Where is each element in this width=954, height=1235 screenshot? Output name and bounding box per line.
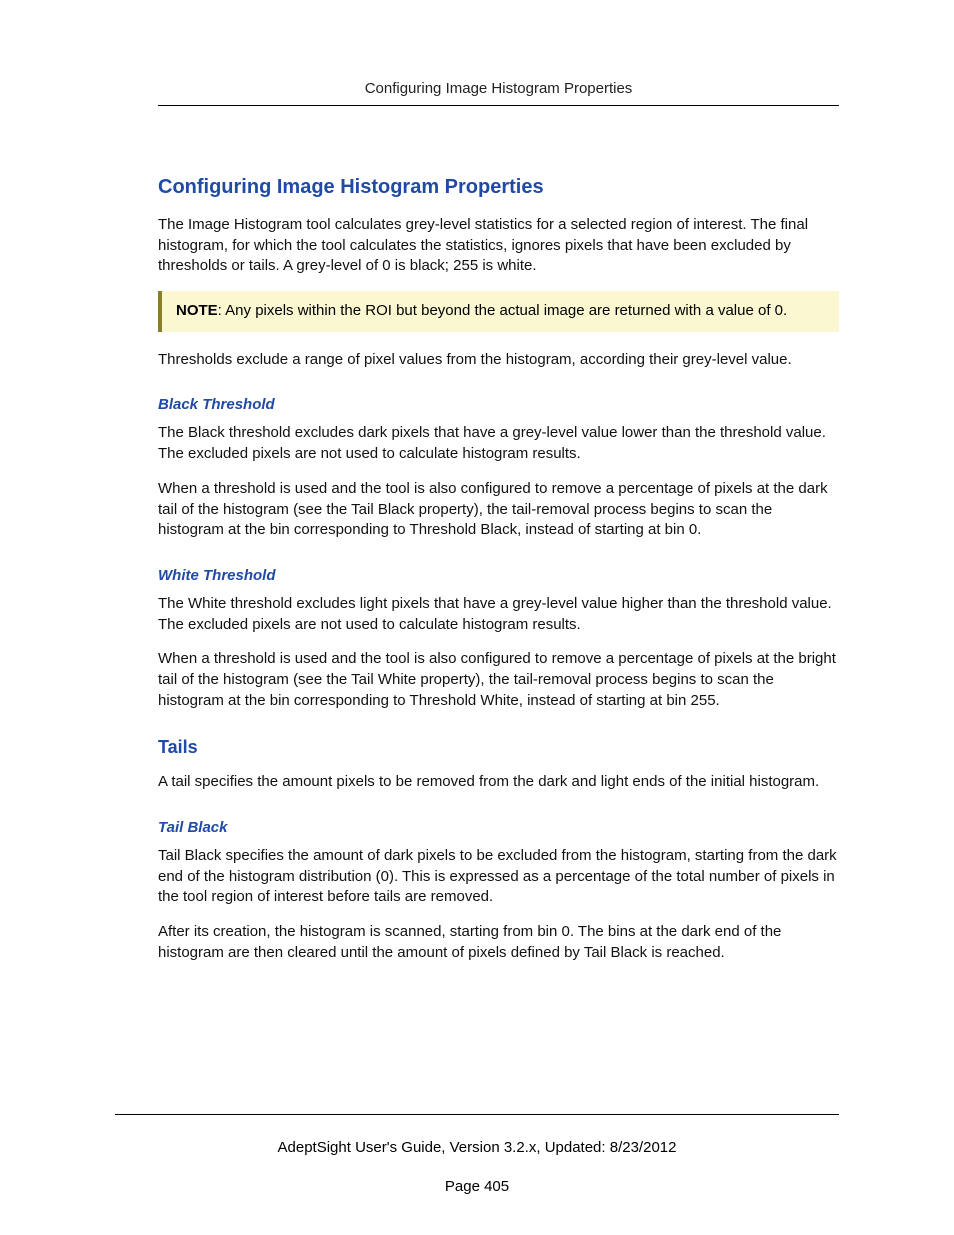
black-threshold-p1: The Black threshold excludes dark pixels… <box>158 423 839 464</box>
heading-tails: Tails <box>158 737 839 758</box>
running-header: Configuring Image Histogram Properties <box>158 80 839 97</box>
heading-main: Configuring Image Histogram Properties <box>158 176 839 199</box>
footer: AdeptSight User's Guide, Version 3.2.x, … <box>115 1114 839 1195</box>
tail-black-p1: Tail Black specifies the amount of dark … <box>158 846 839 908</box>
heading-black-threshold: Black Threshold <box>158 396 839 413</box>
footer-rule <box>115 1114 839 1115</box>
note-box: NOTE: Any pixels within the ROI but beyo… <box>158 291 839 332</box>
footer-guide-info: AdeptSight User's Guide, Version 3.2.x, … <box>115 1139 839 1156</box>
document-page: Configuring Image Histogram Properties C… <box>0 0 954 1235</box>
heading-white-threshold: White Threshold <box>158 567 839 584</box>
note-label: NOTE <box>176 302 218 319</box>
header-rule <box>158 105 839 106</box>
white-threshold-p2: When a threshold is used and the tool is… <box>158 649 839 711</box>
heading-tail-black: Tail Black <box>158 819 839 836</box>
intro-paragraph: The Image Histogram tool calculates grey… <box>158 215 839 277</box>
tail-black-p2: After its creation, the histogram is sca… <box>158 922 839 963</box>
note-text: : Any pixels within the ROI but beyond t… <box>218 302 788 319</box>
black-threshold-p2: When a threshold is used and the tool is… <box>158 479 839 541</box>
footer-page-number: Page 405 <box>115 1178 839 1195</box>
white-threshold-p1: The White threshold excludes light pixel… <box>158 594 839 635</box>
thresholds-intro: Thresholds exclude a range of pixel valu… <box>158 350 839 371</box>
tails-intro: A tail specifies the amount pixels to be… <box>158 772 839 793</box>
